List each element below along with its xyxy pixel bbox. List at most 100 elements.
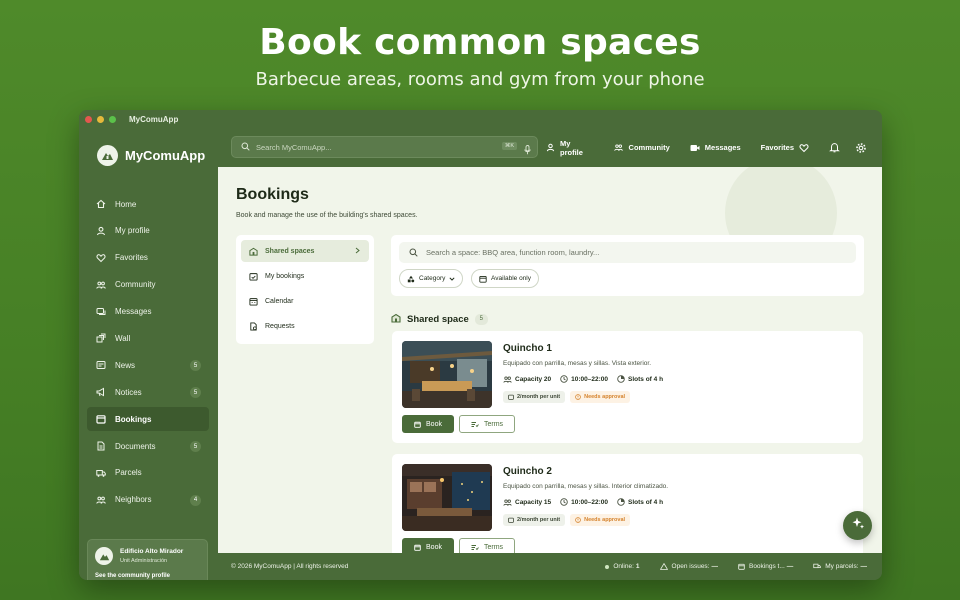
sidebar-item-my-profile[interactable]: My profile [87, 219, 209, 243]
maximize-window-button[interactable] [109, 115, 116, 123]
bell-icon[interactable] [829, 142, 840, 153]
sidebar-item-label: My profile [115, 226, 150, 236]
user-icon [546, 143, 555, 152]
sidebar-item-community[interactable]: Community [87, 273, 209, 297]
available-only-filter[interactable]: Available only [471, 269, 539, 288]
global-search-input[interactable] [256, 142, 486, 152]
space-search[interactable] [399, 242, 856, 263]
space-meta: Capacity 20 10:00–22:00 Slots of 4 h [503, 375, 672, 383]
sidebar-item-documents[interactable]: Documents 5 [87, 434, 209, 458]
sidebar-nav: Home My profile Favorites Community Mess… [87, 192, 209, 515]
calendar-icon [414, 421, 421, 428]
top-link-my-profile[interactable]: My profile [546, 139, 593, 157]
sidebar-item-label: Documents [115, 441, 156, 451]
sparkle-icon [851, 516, 865, 535]
terms-button[interactable]: Terms [459, 415, 515, 433]
sidebar-item-label: Favorites [115, 253, 148, 263]
sidebar-item-bookings[interactable]: Bookings [87, 407, 209, 432]
top-link-messages[interactable]: Messages [690, 143, 741, 152]
users-icon [613, 143, 624, 152]
book-button-label: Book [426, 543, 442, 551]
section-header: Shared space 5 [391, 310, 488, 328]
space-capacity-label: Capacity 20 [515, 375, 552, 383]
gear-icon[interactable] [855, 142, 867, 154]
space-slots: Slots of 4 h [617, 375, 663, 383]
parcels-stat: My parcels: — [813, 563, 867, 570]
space-hours: 10:00–22:00 [560, 375, 608, 383]
top-link-community[interactable]: Community [613, 143, 670, 152]
community-card: Edificio Alto Mirador Unit Administració… [87, 539, 208, 580]
sidebar-item-label: Wall [115, 333, 131, 343]
community-role: Unit Administración [120, 558, 168, 564]
sidebar-item-parcels[interactable]: Parcels [87, 461, 209, 485]
subnav-item-requests[interactable]: Requests [241, 316, 369, 338]
community-profile-link[interactable]: See the community profile [95, 573, 170, 579]
slots-icon [617, 498, 625, 506]
bookings-value: — [786, 563, 794, 570]
heart-icon [799, 143, 809, 153]
quota-tag-label: 2/month per unit [517, 517, 561, 523]
subnav-item-label: Calendar [265, 298, 294, 306]
online-label: Online: [613, 563, 634, 570]
sidebar-item-label: Community [115, 280, 156, 290]
microphone-icon[interactable] [524, 142, 531, 160]
sidebar-item-label: News [115, 360, 136, 370]
ai-assistant-button[interactable] [843, 511, 872, 540]
page-description: Book and manage the use of the building'… [236, 212, 418, 219]
calendar-icon [96, 414, 106, 424]
category-filter[interactable]: Category [399, 269, 464, 288]
sidebar-item-notices[interactable]: Notices 5 [87, 380, 209, 404]
approval-tag: Needs approval [570, 391, 631, 403]
book-button[interactable]: Book [402, 538, 454, 553]
community-avatar [95, 547, 113, 565]
book-button[interactable]: Book [402, 415, 454, 433]
subnav-item-my-bookings[interactable]: My bookings [241, 265, 369, 287]
minimize-window-button[interactable] [97, 115, 104, 123]
calendar-icon [249, 297, 258, 306]
sidebar-item-wall[interactable]: Wall [87, 326, 209, 350]
parcels-label: My parcels: [825, 563, 859, 570]
subnav-item-label: Shared spaces [265, 247, 315, 255]
neighbors-count-badge: 4 [190, 494, 201, 506]
space-name: Quincho 2 [503, 466, 552, 477]
book-button-label: Book [426, 420, 442, 428]
sidebar-item-home[interactable]: Home [87, 192, 209, 216]
space-hours-label: 10:00–22:00 [571, 498, 609, 506]
top-link-label: Community [628, 143, 670, 152]
space-capacity-label: Capacity 15 [515, 498, 552, 506]
terms-button-label: Terms [483, 420, 504, 428]
brand[interactable]: MyComuApp [97, 145, 205, 166]
sidebar-item-messages[interactable]: Messages [87, 300, 209, 324]
bookings-label: Bookings t... [748, 563, 785, 570]
topbar: ⌘K My profile Community Messages Favorit… [218, 128, 882, 167]
space-slots-label: Slots of 4 h [628, 498, 664, 506]
online-stat: Online: 1 [605, 563, 640, 570]
sidebar-item-favorites[interactable]: Favorites [87, 246, 209, 270]
sidebar-item-label: Bookings [115, 414, 152, 424]
warning-icon [575, 394, 581, 400]
subnav-item-shared-spaces[interactable]: Shared spaces [241, 240, 369, 262]
brand-logo-icon [97, 145, 118, 166]
search-icon [241, 138, 250, 156]
subnav-item-calendar[interactable]: Calendar [241, 291, 369, 313]
calendar-icon [508, 394, 514, 400]
subnav-item-label: My bookings [265, 272, 305, 280]
sidebar-item-news[interactable]: News 5 [87, 353, 209, 377]
brand-name: MyComuApp [125, 148, 206, 163]
sidebar-item-neighbors[interactable]: Neighbors 4 [87, 488, 209, 512]
calendar-icon [738, 563, 745, 570]
warning-icon [659, 563, 668, 570]
terms-button[interactable]: Terms [459, 538, 515, 553]
heart-icon [96, 253, 106, 263]
space-search-input[interactable] [426, 248, 846, 257]
main-content: Bookings Book and manage the use of the … [218, 167, 882, 553]
open-issues-value: — [711, 563, 718, 570]
global-search[interactable]: ⌘K [231, 136, 538, 158]
wall-icon [96, 333, 106, 343]
top-link-favorites[interactable]: Favorites [761, 143, 809, 153]
quota-tag-label: 2/month per unit [517, 394, 561, 400]
close-window-button[interactable] [85, 115, 92, 123]
space-capacity: Capacity 20 [503, 376, 551, 383]
home-icon [96, 199, 106, 209]
document-icon [96, 441, 106, 451]
